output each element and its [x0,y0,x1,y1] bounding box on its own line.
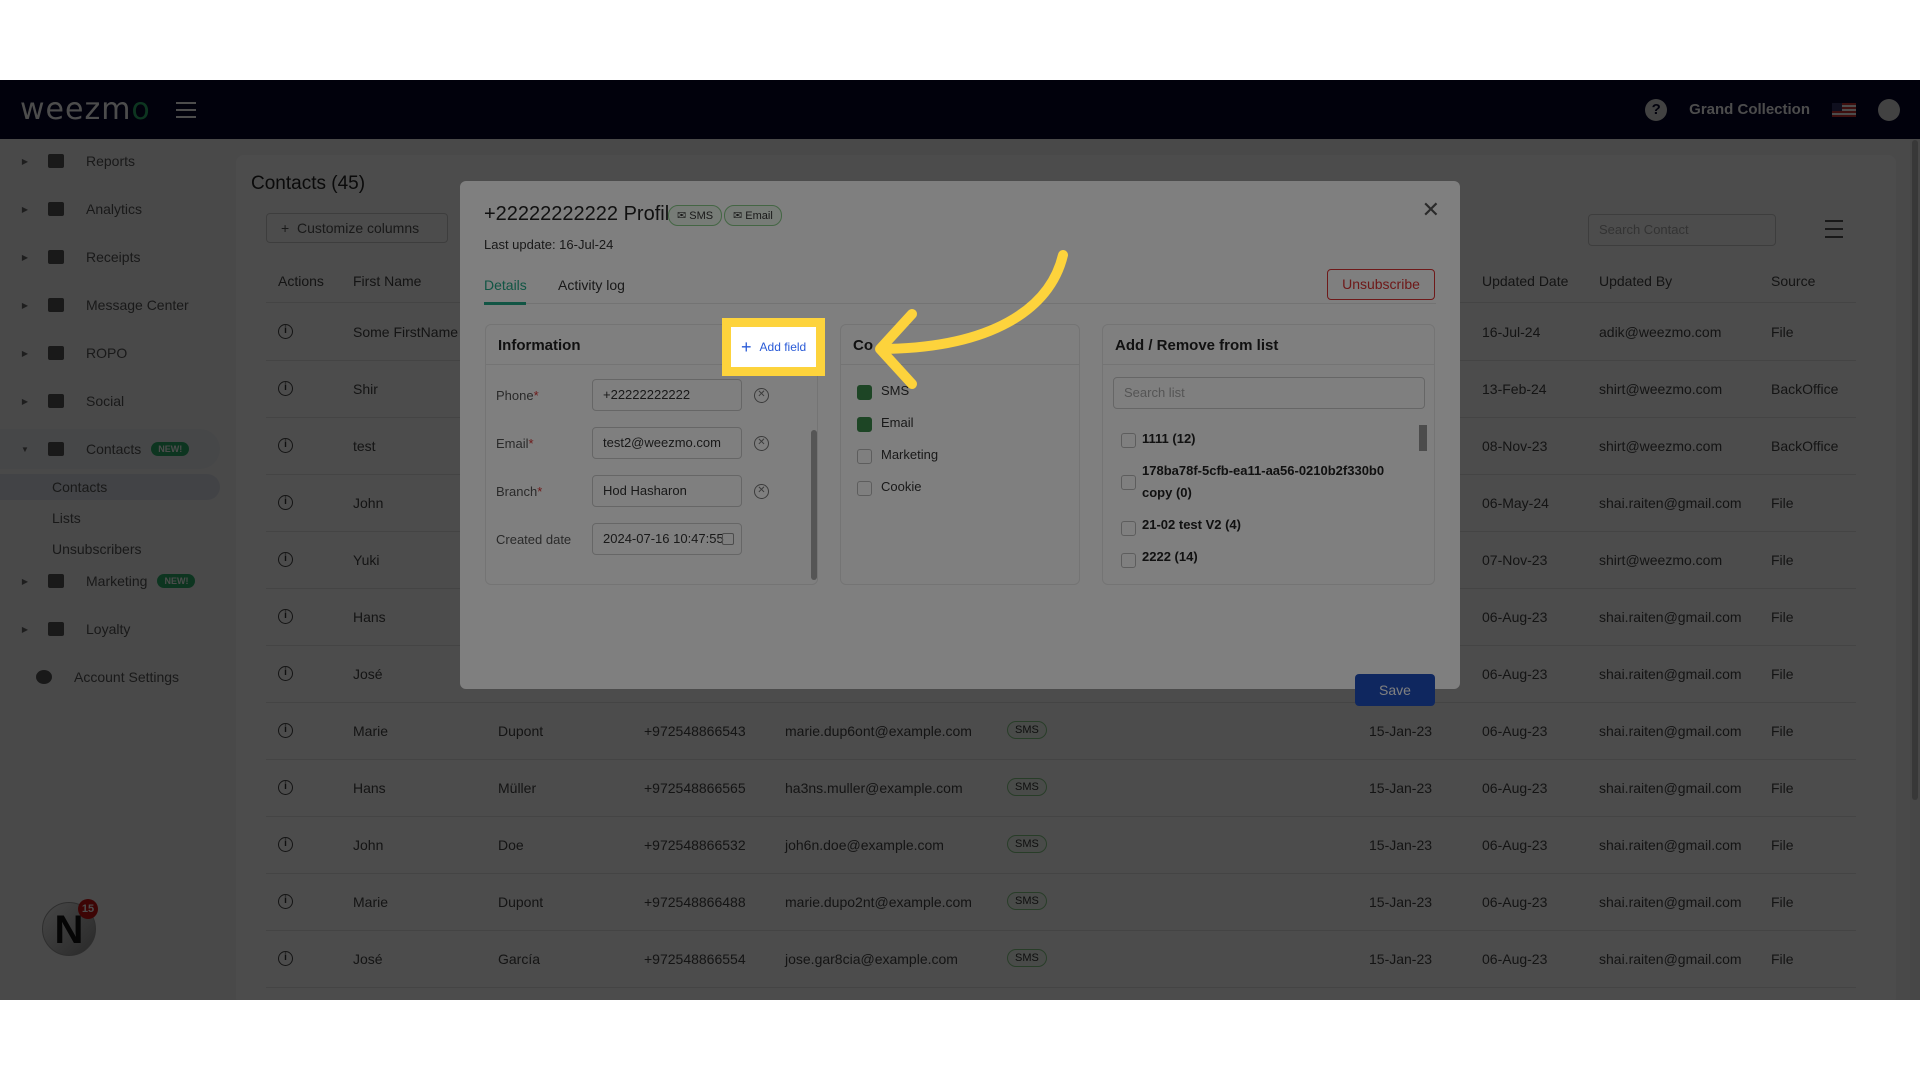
list-item-label: copy (0) [1142,485,1192,500]
list-item-label: 1111 (12) [1142,431,1196,446]
consent-panel: Co SMS Email Marketing Cookie [840,324,1080,585]
consent-label: Email [881,415,914,430]
save-button[interactable]: Save [1355,674,1435,706]
list-item-label: 2222 (14) [1142,549,1198,564]
consent-label: Marketing [881,447,939,462]
list-item-label: 178ba78f-5cfb-ea11-aa56-0210b2f330b0 [1142,463,1385,478]
field-label: Created date [496,532,571,547]
add-field-button[interactable]: + Add field [731,327,816,367]
consent-checkbox-email[interactable] [857,417,872,432]
created-date-field[interactable]: 2024-07-16 10:47:55 [592,523,742,555]
close-icon[interactable]: ✕ [1422,197,1440,223]
list-checkbox[interactable] [1121,553,1136,568]
modal-title: +22222222222 Profile: [484,203,686,225]
label-text: Created date [496,532,572,547]
consent-checkbox-cookie[interactable] [857,481,872,496]
email-field[interactable]: test2@weezmo.com [592,427,742,459]
info-scrollbar[interactable] [811,430,817,580]
last-update: Last update: 16-Jul-24 [484,237,614,252]
lists-panel: Add / Remove from list Search list 1111 … [1102,324,1435,585]
sms-chip: ✉ SMS [668,205,723,226]
active-tab-indicator [484,302,526,305]
list-checkbox[interactable] [1121,475,1136,490]
label-text: Branch [496,484,538,499]
search-list-input[interactable]: Search list [1113,377,1425,409]
required-mark: * [533,388,539,403]
plus-icon: + [741,337,752,357]
required-mark: * [528,436,534,451]
clear-icon[interactable]: ✕ [754,484,769,499]
label-text: Email [496,436,529,451]
tab-divider [484,303,1436,304]
unsubscribe-button[interactable]: Unsubscribe [1327,269,1435,300]
label-text: Phone [496,388,534,403]
clear-icon[interactable]: ✕ [754,388,769,403]
consent-title: Co [841,325,1079,365]
branch-field[interactable]: Hod Hasharon [592,475,742,507]
consent-checkbox-marketing[interactable] [857,449,872,464]
clear-icon[interactable]: ✕ [754,436,769,451]
profile-modal: +22222222222 Profile: ✉ SMS ✉ Email ✕ La… [460,181,1460,706]
consent-label: SMS [881,383,910,398]
tab-details[interactable]: Details [484,277,527,293]
consent-checkbox-sms[interactable] [857,385,872,400]
list-checkbox[interactable] [1121,433,1136,448]
list-item-label: 21-02 test V2 (4) [1142,517,1241,532]
email-chip: ✉ Email [724,205,782,226]
lists-title: Add / Remove from list [1103,325,1434,365]
consent-label: Cookie [881,479,922,494]
tab-activity-log[interactable]: Activity log [558,277,625,293]
required-mark: * [537,484,543,499]
field-label: Phone* [496,388,539,403]
app: weezmo ? Grand Collection ▶ Reports ▶ Analy… [0,80,1920,1000]
phone-field[interactable]: +22222222222 [592,379,742,411]
field-label: Email* [496,436,534,451]
list-scrollbar[interactable] [1419,425,1427,451]
add-field-label: Add field [759,340,807,354]
field-label: Branch* [496,484,542,499]
calendar-icon[interactable] [722,533,734,545]
list-checkbox[interactable] [1121,521,1136,536]
